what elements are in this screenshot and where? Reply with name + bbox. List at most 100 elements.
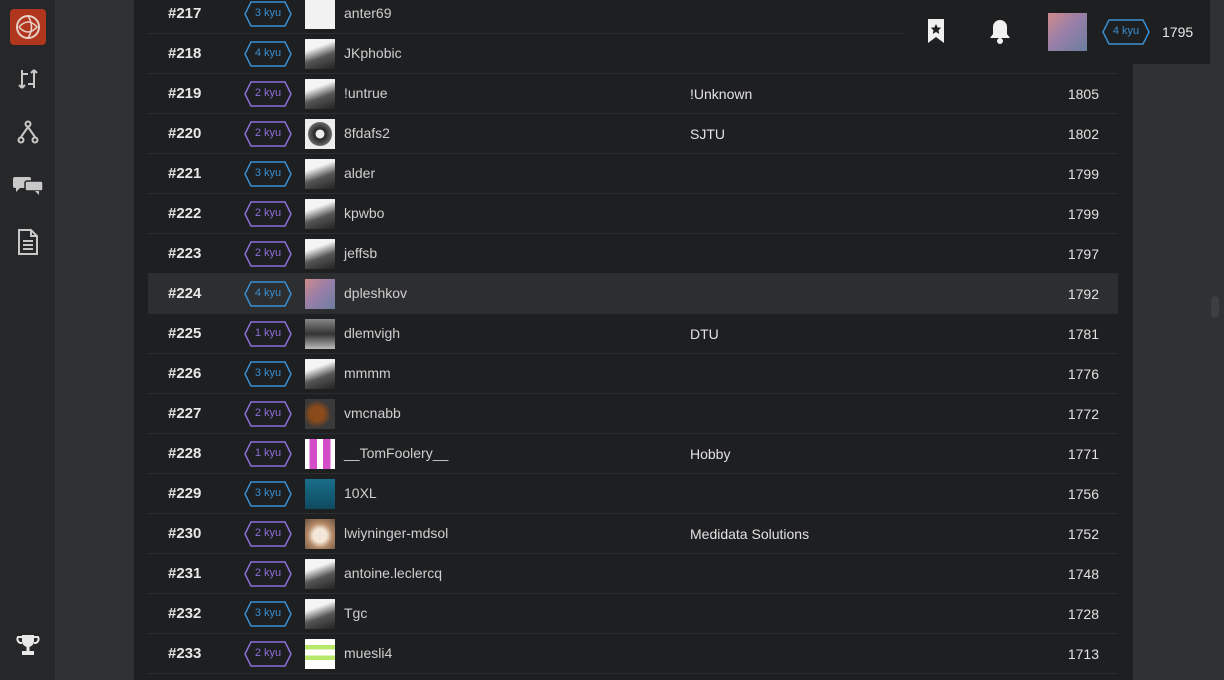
table-row[interactable]: #222 2 kyu kpwbo 1799 (148, 194, 1118, 234)
rank: #225 (168, 325, 202, 342)
avatar[interactable] (305, 399, 335, 429)
table-row[interactable]: #231 2 kyu antoine.leclercq 1748 (148, 554, 1118, 594)
kyu-label: 2 kyu (254, 207, 282, 219)
rank: #231 (168, 565, 202, 582)
table-row[interactable]: #230 2 kyu lwiyninger-mdsol Medidata Soluti… (148, 514, 1118, 554)
username-link[interactable]: __TomFoolery__ (344, 445, 448, 461)
username-link[interactable]: mmmm (344, 365, 391, 381)
kyu-badge: 3 kyu (244, 601, 292, 627)
kyu-badge: 2 kyu (244, 521, 292, 547)
username-link[interactable]: alder (344, 165, 375, 181)
trophy-icon[interactable] (12, 629, 44, 661)
bell-icon[interactable] (988, 17, 1012, 45)
honor: 1748 (1067, 566, 1099, 582)
rank: #226 (168, 365, 202, 382)
username-link[interactable]: antoine.leclercq (344, 565, 442, 581)
avatar[interactable] (305, 39, 335, 69)
kyu-badge: 4 kyu (244, 281, 292, 307)
table-row[interactable]: #227 2 kyu vmcnabb 1772 (148, 394, 1118, 434)
kyu-label: 2 kyu (254, 567, 282, 579)
avatar[interactable] (305, 119, 335, 149)
bookmark-icon[interactable] (926, 17, 946, 45)
avatar[interactable] (305, 319, 335, 349)
username-link[interactable]: 8fdafs2 (344, 125, 390, 141)
kyu-label: 3 kyu (254, 487, 282, 499)
docs-icon[interactable] (12, 226, 44, 258)
table-row[interactable]: #221 3 kyu alder 1799 (148, 154, 1118, 194)
chat-icon[interactable] (12, 169, 44, 201)
table-row[interactable]: #232 3 kyu Tgc 1728 (148, 594, 1118, 634)
kyu-label: 3 kyu (254, 167, 282, 179)
rank: #219 (168, 85, 202, 102)
rank: #217 (168, 5, 202, 22)
codewars-logo[interactable] (10, 9, 46, 45)
rank: #233 (168, 645, 202, 662)
user-kyu-badge: 4 kyu (1102, 19, 1150, 45)
table-row[interactable]: #233 2 kyu muesli4 1713 (148, 634, 1118, 674)
table-row[interactable]: #228 1 kyu __TomFoolery__ Hobby 1771 (148, 434, 1118, 474)
username-link[interactable]: dlemvigh (344, 325, 400, 341)
username-link[interactable]: 10XL (344, 485, 377, 501)
avatar[interactable] (305, 199, 335, 229)
username-link[interactable]: muesli4 (344, 645, 392, 661)
honor: 1728 (1067, 606, 1099, 622)
username-link[interactable]: anter69 (344, 5, 391, 21)
username-link[interactable]: !untrue (344, 85, 388, 101)
kata-icon[interactable] (12, 63, 44, 95)
username-link[interactable]: kpwbo (344, 205, 384, 221)
honor: 1776 (1067, 366, 1099, 382)
table-row[interactable]: #226 3 kyu mmmm 1776 (148, 354, 1118, 394)
avatar[interactable] (305, 439, 335, 469)
username-link[interactable]: JKphobic (344, 45, 402, 61)
avatar[interactable] (305, 599, 335, 629)
kyu-label: 2 kyu (254, 407, 282, 419)
kyu-label: 4 kyu (254, 47, 282, 59)
rank: #228 (168, 445, 202, 462)
kyu-label: 2 kyu (254, 87, 282, 99)
honor: 1756 (1067, 486, 1099, 502)
table-row[interactable]: #220 2 kyu 8fdafs2 SJTU 1802 (148, 114, 1118, 154)
avatar[interactable] (305, 0, 335, 29)
avatar[interactable] (305, 559, 335, 589)
kyu-badge: 3 kyu (244, 161, 292, 187)
kyu-badge: 2 kyu (244, 81, 292, 107)
kyu-badge: 2 kyu (244, 641, 292, 667)
kyu-label: 2 kyu (254, 647, 282, 659)
avatar[interactable] (1048, 13, 1087, 51)
scrollbar-thumb[interactable] (1211, 296, 1219, 318)
honor: 1772 (1067, 406, 1099, 422)
table-row[interactable]: #223 2 kyu jeffsb 1797 (148, 234, 1118, 274)
avatar[interactable] (305, 639, 335, 669)
clan: !Unknown (690, 86, 753, 102)
rank: #222 (168, 205, 202, 222)
rank: #220 (168, 125, 202, 142)
username-link[interactable]: lwiyninger-mdsol (344, 525, 448, 541)
avatar[interactable] (305, 479, 335, 509)
avatar[interactable] (305, 159, 335, 189)
username-link[interactable]: dpleshkov (344, 285, 407, 301)
avatar[interactable] (305, 359, 335, 389)
table-row[interactable]: #224 4 kyu dpleshkov 1792 (148, 274, 1118, 314)
avatar[interactable] (305, 239, 335, 269)
rank: #223 (168, 245, 202, 262)
avatar[interactable] (305, 519, 335, 549)
username-link[interactable]: jeffsb (344, 245, 377, 261)
rank: #218 (168, 45, 202, 62)
rank: #232 (168, 605, 202, 622)
kyu-label: 2 kyu (254, 527, 282, 539)
kyu-badge: 2 kyu (244, 401, 292, 427)
username-link[interactable]: Tgc (344, 605, 367, 621)
kyu-badge: 4 kyu (244, 41, 292, 67)
sidebar (0, 0, 55, 680)
top-user-bar: 4 kyu 1795 (904, 0, 1210, 64)
honor: 1802 (1067, 126, 1099, 142)
avatar[interactable] (305, 279, 335, 309)
honor: 1771 (1067, 446, 1099, 462)
table-row[interactable]: #225 1 kyu dlemvigh DTU 1781 (148, 314, 1118, 354)
table-row[interactable]: #219 2 kyu !untrue !Unknown 1805 (148, 74, 1118, 114)
fork-icon[interactable] (12, 116, 44, 148)
username-link[interactable]: vmcnabb (344, 405, 401, 421)
leaderboard-table: #217 3 kyu anter69 #218 4 kyu JKphobic #219 2 k… (134, 0, 1133, 680)
table-row[interactable]: #229 3 kyu 10XL 1756 (148, 474, 1118, 514)
avatar[interactable] (305, 79, 335, 109)
